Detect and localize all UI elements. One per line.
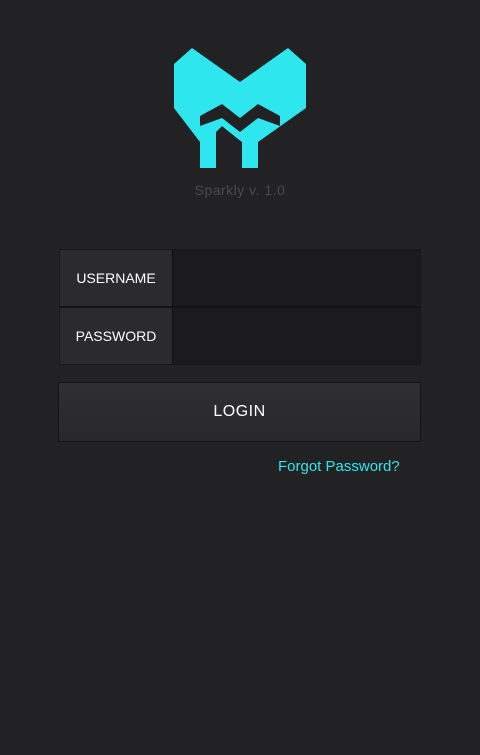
app-logo-icon	[174, 48, 306, 168]
username-label: USERNAME	[60, 250, 173, 306]
username-input[interactable]	[174, 250, 420, 306]
forgot-password-link[interactable]: Forgot Password?	[278, 458, 400, 475]
login-form: USERNAME PASSWORD	[59, 249, 421, 365]
app-version: Sparkly v. 1.0	[194, 182, 286, 198]
password-row: PASSWORD	[60, 308, 420, 364]
login-screen: Sparkly v. 1.0 USERNAME PASSWORD LOGIN F…	[0, 0, 480, 755]
password-input[interactable]	[174, 308, 420, 364]
password-label: PASSWORD	[60, 308, 173, 364]
username-row: USERNAME	[60, 250, 420, 306]
login-button[interactable]: LOGIN	[58, 382, 421, 442]
